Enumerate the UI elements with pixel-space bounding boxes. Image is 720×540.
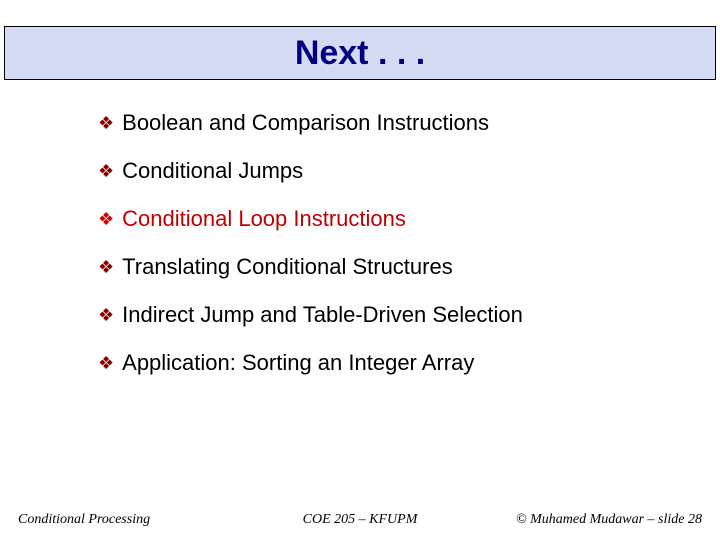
- diamond-bullet-icon: ❖: [98, 110, 114, 136]
- item-label: Translating Conditional Structures: [122, 254, 453, 280]
- item-label: Indirect Jump and Table-Driven Selection: [122, 302, 523, 328]
- footer-center-text: COE 205 – KFUPM: [246, 512, 474, 528]
- footer-left-text: Conditional Processing: [18, 512, 246, 528]
- footer: Conditional Processing COE 205 – KFUPM ©…: [0, 510, 720, 530]
- list-item: ❖ Translating Conditional Structures: [98, 254, 660, 280]
- item-label: Boolean and Comparison Instructions: [122, 110, 489, 136]
- content-list: ❖ Boolean and Comparison Instructions ❖ …: [98, 110, 660, 398]
- list-item: ❖ Boolean and Comparison Instructions: [98, 110, 660, 136]
- diamond-bullet-icon: ❖: [98, 206, 114, 232]
- item-label: Conditional Jumps: [122, 158, 303, 184]
- title-bar: Next . . .: [4, 26, 716, 80]
- diamond-bullet-icon: ❖: [98, 254, 114, 280]
- footer-right-text: © Muhamed Mudawar – slide 28: [474, 512, 702, 528]
- slide-title: Next . . .: [295, 34, 425, 73]
- list-item: ❖ Conditional Loop Instructions: [98, 206, 660, 232]
- list-item: ❖ Conditional Jumps: [98, 158, 660, 184]
- diamond-bullet-icon: ❖: [98, 158, 114, 184]
- item-label-current: Conditional Loop Instructions: [122, 206, 406, 232]
- diamond-bullet-icon: ❖: [98, 302, 114, 328]
- list-item: ❖ Indirect Jump and Table-Driven Selecti…: [98, 302, 660, 328]
- list-item: ❖ Application: Sorting an Integer Array: [98, 350, 660, 376]
- item-label: Application: Sorting an Integer Array: [122, 350, 474, 376]
- diamond-bullet-icon: ❖: [98, 350, 114, 376]
